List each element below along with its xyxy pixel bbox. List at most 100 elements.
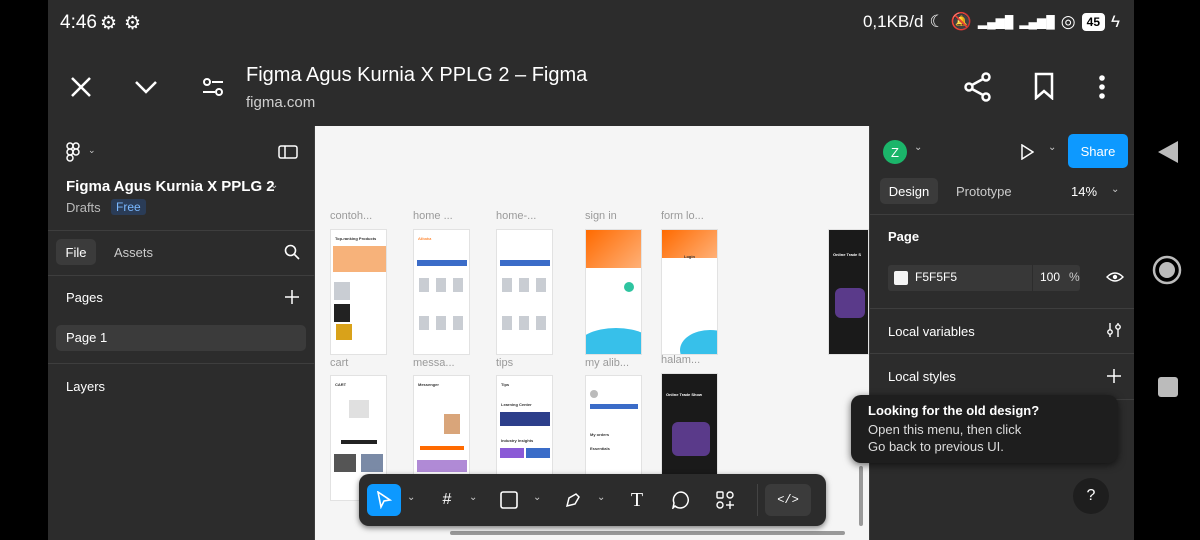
search-icon[interactable]: [284, 244, 300, 260]
close-icon[interactable]: [70, 76, 92, 98]
zoom-level[interactable]: 14%: [1071, 184, 1097, 199]
eye-icon[interactable]: [1106, 270, 1124, 284]
frame-label[interactable]: sign in: [585, 210, 617, 222]
tooltip-line-2: Go back to previous UI.: [868, 439, 1004, 454]
frame-my-alibaba[interactable]: My orders Essentials: [585, 375, 642, 475]
tab-prototype[interactable]: Prototype: [956, 184, 1012, 199]
file-name[interactable]: Figma Agus Kurnia X PPLG 2: [66, 178, 275, 195]
home-nav-icon[interactable]: [1152, 255, 1182, 285]
frame-label[interactable]: contoh...: [330, 210, 372, 222]
frame-trade-show-partial[interactable]: Online Trade S: [828, 229, 869, 355]
frame-label[interactable]: home ...: [413, 210, 453, 222]
present-chevron-icon[interactable]: ⌄: [1048, 142, 1056, 153]
sidebar-toggle-icon[interactable]: [278, 144, 298, 160]
network-speed: 0,1KB/d: [862, 12, 924, 31]
charging-icon: ϟ: [1111, 12, 1120, 31]
pen-tool[interactable]: [556, 484, 590, 516]
actions-tool[interactable]: [708, 484, 742, 516]
frame-label[interactable]: tips: [496, 357, 513, 369]
layers-label: Layers: [66, 379, 106, 394]
local-variables-label[interactable]: Local variables: [888, 324, 975, 339]
frame-sign-in[interactable]: [585, 229, 642, 355]
gear-icon: ⚙: [100, 13, 118, 34]
signal-icon: ▂▄▆█: [977, 15, 1014, 29]
pen-tool-chevron-icon[interactable]: ⌄: [597, 492, 605, 503]
status-time: 4:46: [60, 12, 97, 33]
figma-menu-chevron-icon[interactable]: ⌄: [88, 145, 96, 156]
tab-file[interactable]: File: [56, 239, 96, 265]
frame-text: Essentials: [590, 446, 610, 451]
local-styles-label[interactable]: Local styles: [888, 369, 956, 384]
frame-trade-show[interactable]: Online Trade Show: [661, 373, 718, 475]
comment-tool[interactable]: [664, 484, 698, 516]
variables-icon[interactable]: [1106, 322, 1122, 338]
frame-label[interactable]: my alib...: [585, 357, 629, 369]
frame-label[interactable]: halam...: [661, 354, 700, 366]
tab-design[interactable]: Design: [880, 178, 938, 204]
plan-badge: Free: [111, 199, 146, 215]
old-design-tooltip[interactable]: Looking for the old design? Open this me…: [851, 395, 1118, 463]
status-right: 0,1KB/d ☾ 🔕 ▂▄▆█ ▂▄▆█ ◎ 45 ϟ: [863, 12, 1120, 32]
left-panel: ⌄ Figma Agus Kurnia X PPLG 2 ⌄ Drafts Fr…: [48, 126, 315, 540]
add-page-icon[interactable]: [285, 290, 299, 304]
recents-nav-icon[interactable]: [1157, 376, 1179, 398]
status-bar: 4:46 ⚙ ⚙ 0,1KB/d ☾ 🔕 ▂▄▆█ ▂▄▆█ ◎ 45 ϟ: [48, 0, 1134, 48]
page-color-hex[interactable]: F5F5F5: [915, 270, 957, 284]
shape-tool-chevron-icon[interactable]: ⌄: [533, 492, 541, 503]
frame-text: Industry Insights: [501, 438, 534, 443]
tooltip-line-1: Open this menu, then click: [868, 422, 1022, 437]
move-tool-chevron-icon[interactable]: ⌄: [407, 492, 415, 503]
move-tool[interactable]: [367, 484, 401, 516]
frame-label[interactable]: form lo...: [661, 210, 704, 222]
text-tool[interactable]: T: [620, 484, 654, 516]
frame-tool[interactable]: #: [430, 484, 464, 516]
figma-logo-icon[interactable]: [66, 142, 80, 162]
page-settings-icon[interactable]: [202, 76, 224, 98]
page-color-field[interactable]: F5F5F5 100 %: [888, 265, 1080, 291]
dev-mode-toggle[interactable]: </>: [765, 484, 811, 516]
frame-text: Online Trade S: [833, 252, 862, 257]
cursor-icon: [376, 491, 392, 509]
browser-header: Figma Agus Kurnia X PPLG 2 – Figma figma…: [48, 48, 1134, 126]
frame-text: Alibaba: [418, 236, 432, 241]
color-swatch[interactable]: [894, 271, 908, 285]
add-style-icon[interactable]: [1107, 369, 1121, 383]
tab-assets[interactable]: Assets: [114, 245, 153, 260]
bookmark-icon[interactable]: [1034, 72, 1054, 100]
zoom-chevron-icon[interactable]: ⌄: [1111, 184, 1119, 195]
frame-home[interactable]: Alibaba: [413, 229, 470, 355]
share-icon[interactable]: [964, 72, 992, 102]
frame-label[interactable]: messa...: [413, 357, 455, 369]
frame-text: My orders: [590, 432, 610, 437]
frame-text: Learning Center: [501, 402, 532, 407]
wifi-icon: ◎: [1060, 12, 1076, 31]
file-location[interactable]: Drafts: [66, 200, 101, 215]
opacity-unit: %: [1069, 270, 1080, 284]
signal-icon-2: ▂▄▆█: [1019, 15, 1055, 29]
battery-icon: 45: [1081, 13, 1105, 31]
frame-label[interactable]: home-...: [496, 210, 536, 222]
present-play-icon[interactable]: [1020, 144, 1034, 160]
more-options-icon[interactable]: [1098, 74, 1106, 100]
rectangle-icon: [500, 491, 518, 509]
frame-form-login[interactable]: Login: [661, 229, 718, 355]
vertical-scrollbar[interactable]: [859, 466, 863, 526]
file-name-chevron-icon[interactable]: ⌄: [270, 180, 278, 191]
opacity-value[interactable]: 100: [1040, 270, 1060, 284]
frame-home-2[interactable]: [496, 229, 553, 355]
actions-icon: [716, 491, 734, 509]
back-nav-icon[interactable]: [1157, 140, 1179, 164]
shape-tool[interactable]: [492, 484, 526, 516]
chevron-down-icon[interactable]: [134, 80, 158, 94]
help-button[interactable]: ?: [1073, 478, 1109, 514]
page-url: figma.com: [246, 94, 316, 111]
horizontal-scrollbar[interactable]: [450, 531, 845, 535]
frame-contoh[interactable]: Top-ranking Products: [330, 229, 387, 355]
frame-tool-chevron-icon[interactable]: ⌄: [469, 492, 477, 503]
avatar-chevron-icon[interactable]: ⌄: [914, 142, 922, 153]
share-button[interactable]: Share: [1068, 134, 1128, 168]
page-item-page-1[interactable]: Page 1: [56, 325, 306, 351]
settings-icon: ⚙: [124, 13, 142, 34]
frame-label[interactable]: cart: [330, 357, 348, 369]
avatar[interactable]: Z: [883, 140, 907, 164]
